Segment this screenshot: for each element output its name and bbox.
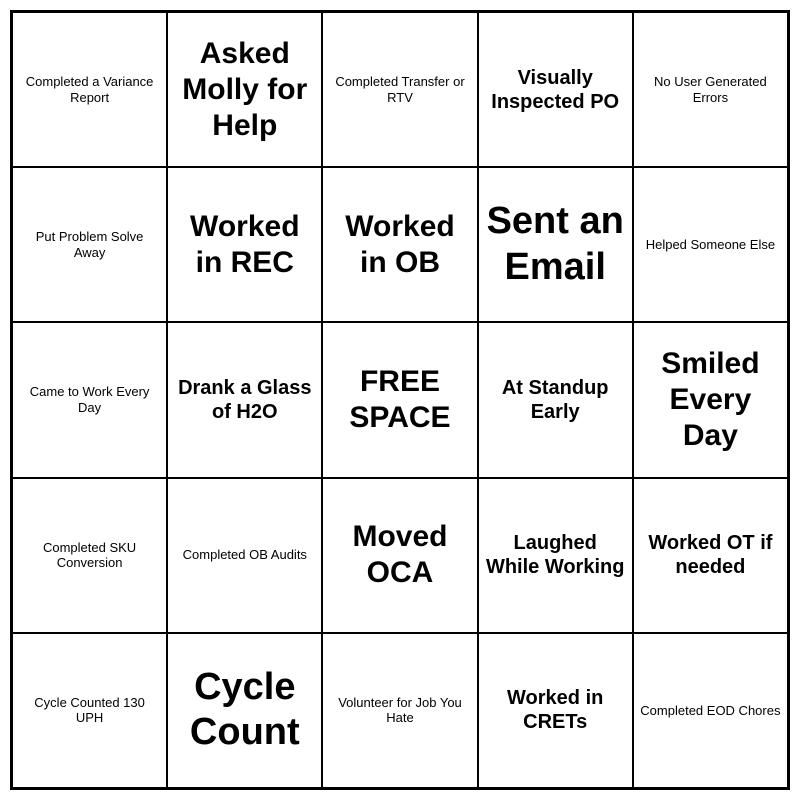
bingo-cell-text-r4c0: Cycle Counted 130 UPH: [19, 695, 160, 726]
bingo-cell-r1c4[interactable]: Helped Someone Else: [633, 167, 788, 322]
bingo-cell-text-r2c3: At Standup Early: [485, 376, 626, 424]
bingo-cell-text-r0c1: Asked Molly for Help: [174, 36, 315, 144]
bingo-cell-r0c2[interactable]: Completed Transfer or RTV: [322, 12, 477, 167]
bingo-cell-text-r4c3: Worked in CRETs: [485, 686, 626, 734]
bingo-cell-r0c1[interactable]: Asked Molly for Help: [167, 12, 322, 167]
bingo-cell-r4c0[interactable]: Cycle Counted 130 UPH: [12, 633, 167, 788]
bingo-cell-r3c3[interactable]: Laughed While Working: [478, 478, 633, 633]
bingo-cell-text-r1c0: Put Problem Solve Away: [19, 229, 160, 260]
bingo-cell-text-r3c0: Completed SKU Conversion: [19, 540, 160, 571]
bingo-cell-r1c2[interactable]: Worked in OB: [322, 167, 477, 322]
bingo-cell-text-r1c3: Sent an Email: [485, 199, 626, 290]
bingo-cell-text-r1c4: Helped Someone Else: [646, 237, 775, 253]
bingo-cell-r2c1[interactable]: Drank a Glass of H2O: [167, 322, 322, 477]
bingo-cell-text-r3c1: Completed OB Audits: [183, 547, 307, 563]
bingo-cell-r4c4[interactable]: Completed EOD Chores: [633, 633, 788, 788]
bingo-cell-r3c2[interactable]: Moved OCA: [322, 478, 477, 633]
bingo-cell-r4c1[interactable]: Cycle Count: [167, 633, 322, 788]
bingo-cell-text-r2c4: Smiled Every Day: [640, 346, 781, 454]
bingo-cell-text-r4c2: Volunteer for Job You Hate: [329, 695, 470, 726]
bingo-cell-r0c3[interactable]: Visually Inspected PO: [478, 12, 633, 167]
bingo-cell-r3c0[interactable]: Completed SKU Conversion: [12, 478, 167, 633]
bingo-cell-text-r2c1: Drank a Glass of H2O: [174, 376, 315, 424]
bingo-cell-text-r0c3: Visually Inspected PO: [485, 66, 626, 114]
bingo-cell-r0c0[interactable]: Completed a Variance Report: [12, 12, 167, 167]
bingo-cell-r4c3[interactable]: Worked in CRETs: [478, 633, 633, 788]
bingo-cell-r3c1[interactable]: Completed OB Audits: [167, 478, 322, 633]
bingo-cell-text-r0c2: Completed Transfer or RTV: [329, 74, 470, 105]
bingo-cell-r1c3[interactable]: Sent an Email: [478, 167, 633, 322]
bingo-cell-text-r0c4: No User Generated Errors: [640, 74, 781, 105]
bingo-cell-r0c4[interactable]: No User Generated Errors: [633, 12, 788, 167]
bingo-cell-text-r3c3: Laughed While Working: [485, 531, 626, 579]
bingo-cell-text-r1c1: Worked in REC: [174, 209, 315, 281]
bingo-cell-r1c1[interactable]: Worked in REC: [167, 167, 322, 322]
bingo-cell-text-r2c2: FREE SPACE: [329, 364, 470, 436]
bingo-cell-text-r2c0: Came to Work Every Day: [19, 384, 160, 415]
bingo-cell-r3c4[interactable]: Worked OT if needed: [633, 478, 788, 633]
bingo-cell-text-r4c4: Completed EOD Chores: [640, 703, 780, 719]
bingo-cell-r2c3[interactable]: At Standup Early: [478, 322, 633, 477]
bingo-cell-r2c2[interactable]: FREE SPACE: [322, 322, 477, 477]
bingo-cell-r2c0[interactable]: Came to Work Every Day: [12, 322, 167, 477]
bingo-cell-r4c2[interactable]: Volunteer for Job You Hate: [322, 633, 477, 788]
bingo-cell-text-r3c4: Worked OT if needed: [640, 531, 781, 579]
bingo-cell-r1c0[interactable]: Put Problem Solve Away: [12, 167, 167, 322]
bingo-cell-text-r1c2: Worked in OB: [329, 209, 470, 281]
bingo-cell-text-r4c1: Cycle Count: [174, 665, 315, 756]
bingo-grid: Completed a Variance Report Asked Molly f…: [10, 10, 790, 790]
bingo-cell-text-r3c2: Moved OCA: [329, 519, 470, 591]
bingo-board: Completed a Variance Report Asked Molly f…: [10, 10, 790, 790]
bingo-cell-r2c4[interactable]: Smiled Every Day: [633, 322, 788, 477]
bingo-cell-text-r0c0: Completed a Variance Report: [19, 74, 160, 105]
